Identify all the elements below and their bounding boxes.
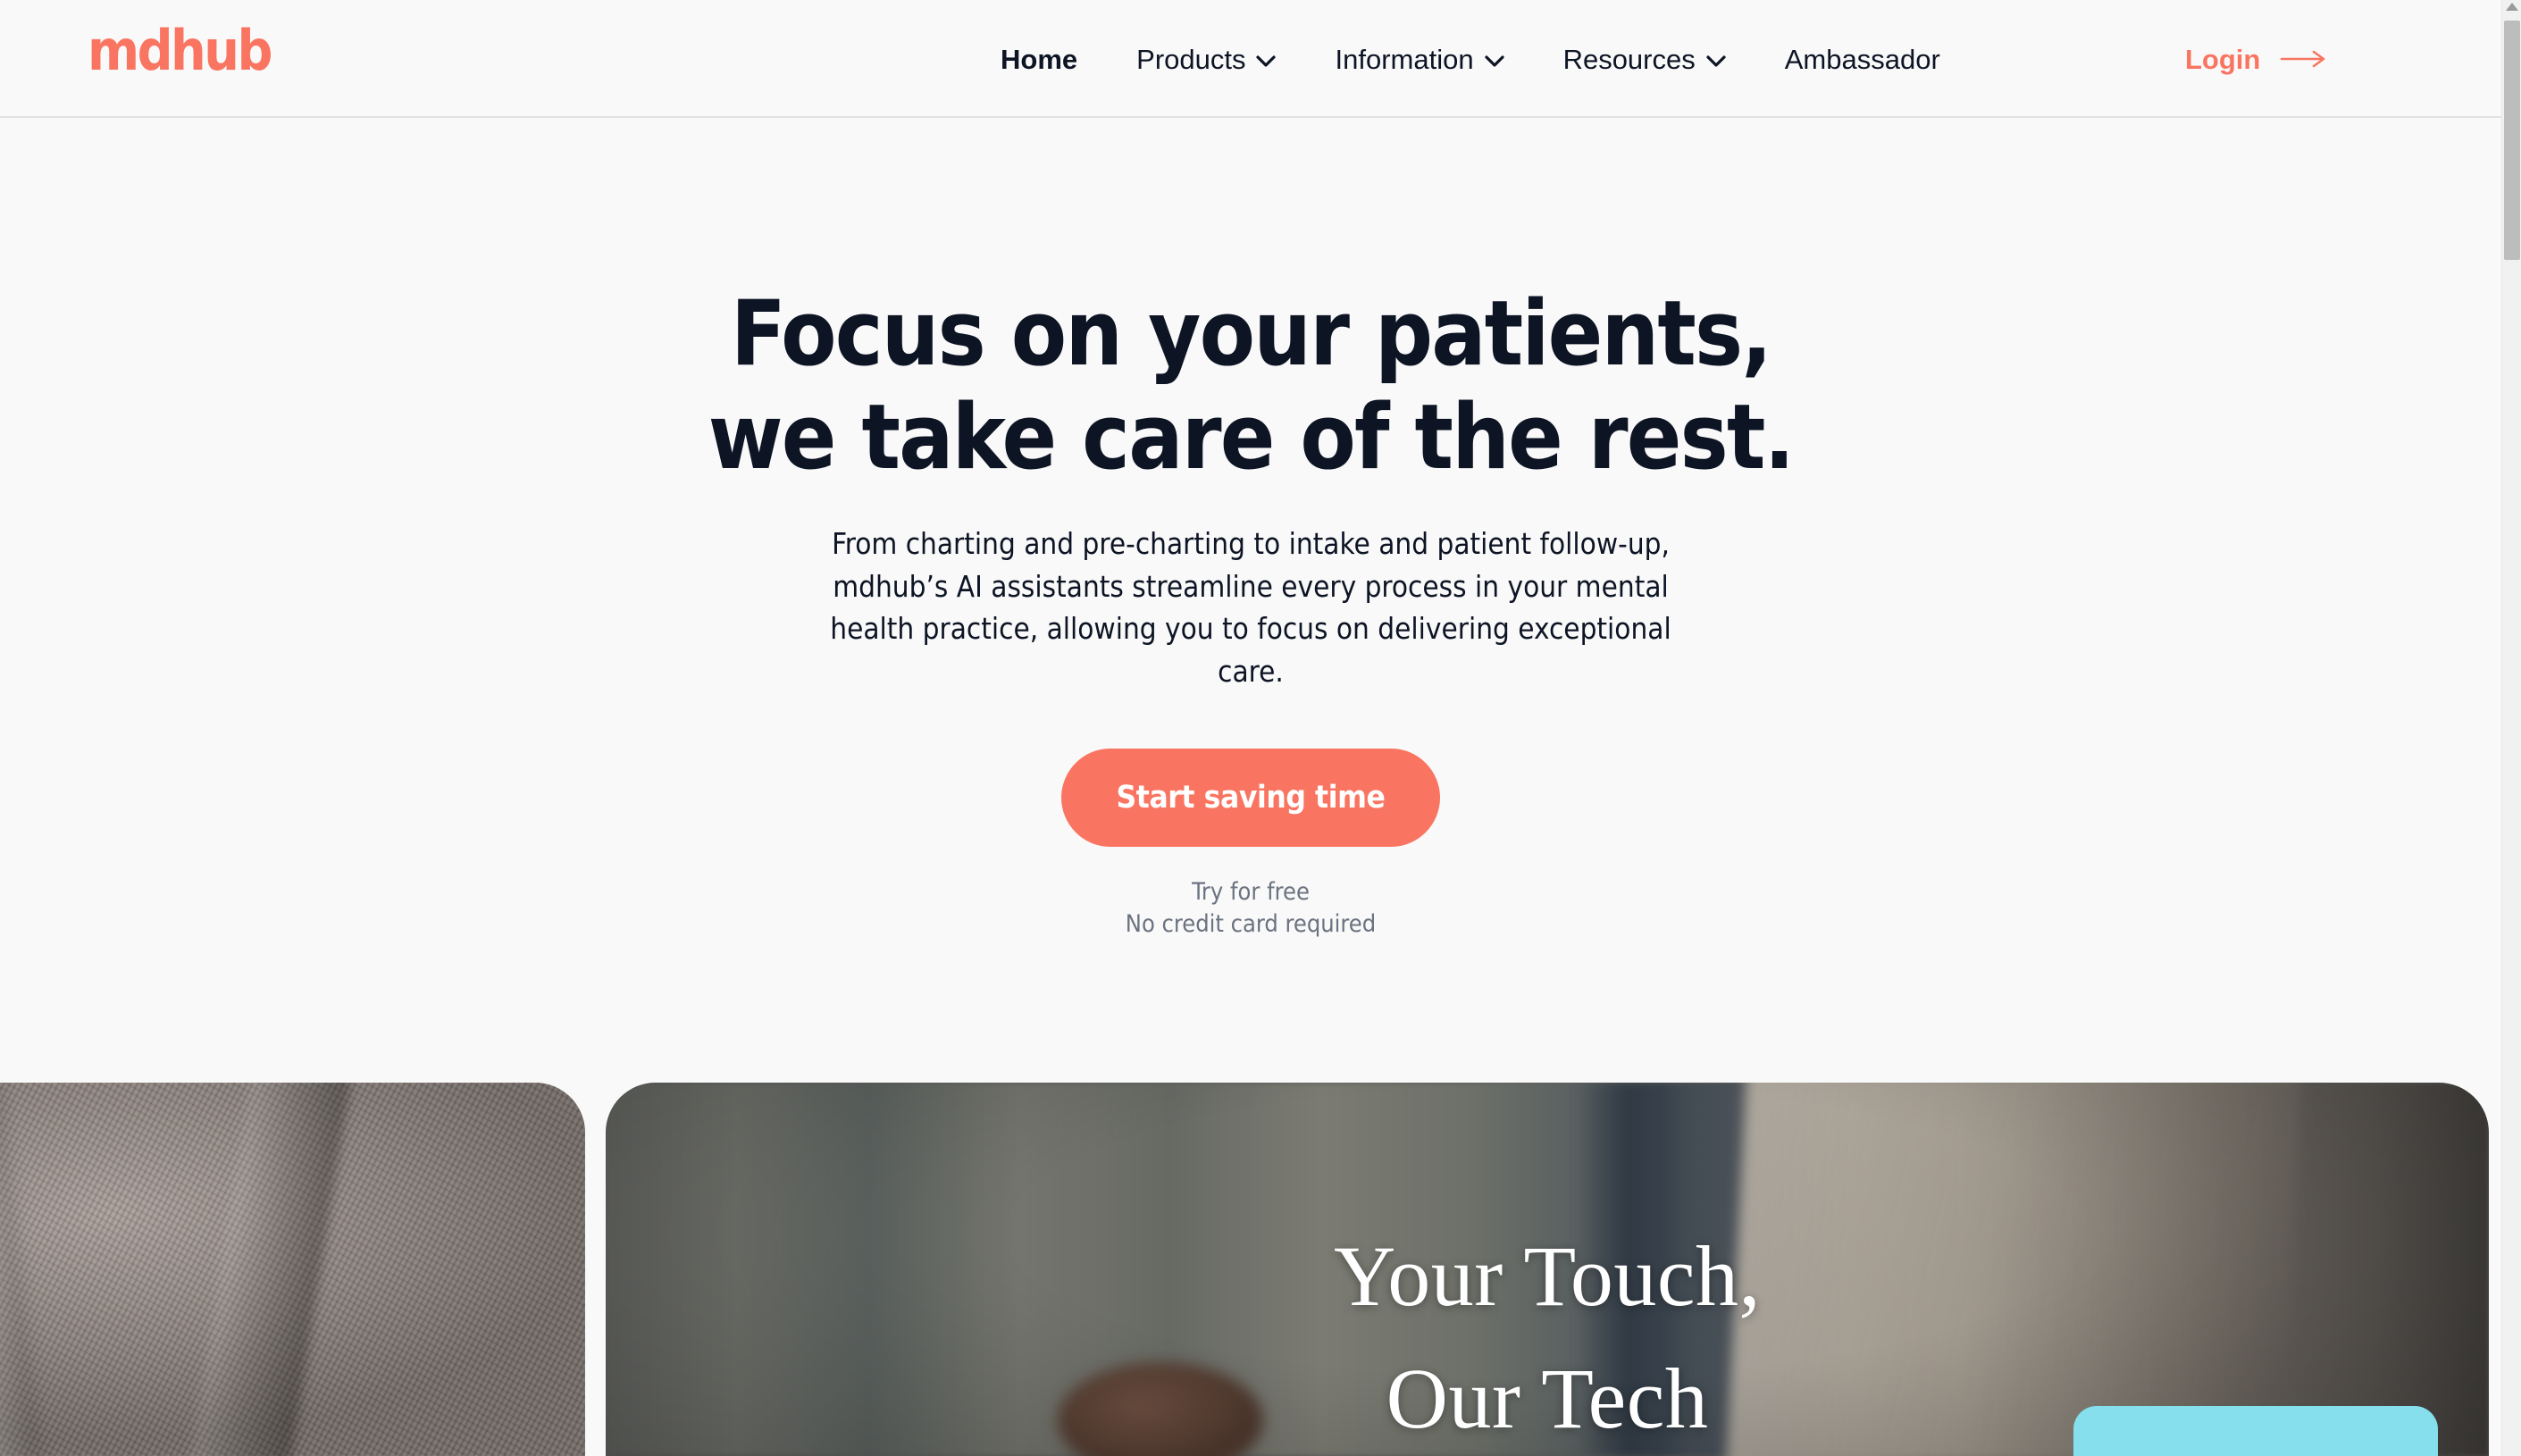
video-caption-line-1: Your Touch, <box>1334 1228 1761 1324</box>
cta-note-line-1: Try for free <box>1192 878 1310 906</box>
nav-item-resources[interactable]: Resources <box>1563 46 1726 73</box>
login-button[interactable]: Login <box>2185 0 2328 118</box>
cta-note: Try for free No credit card required <box>0 876 2501 941</box>
media-row: Your Touch, Our Tech <box>0 1083 2501 1456</box>
nav-item-ambassador[interactable]: Ambassador <box>1785 46 1940 73</box>
chevron-down-icon <box>1484 55 1504 68</box>
headline-line-2: we take care of the rest. <box>708 384 1795 490</box>
nav-item-home[interactable]: Home <box>1001 46 1077 73</box>
hero-subheadline: From charting and pre-charting to intake… <box>830 526 1671 689</box>
knit-sweater-photo <box>0 1083 585 1456</box>
nav-item-resources-label: Resources <box>1562 43 1696 75</box>
hero-section: Focus on your patients, we take care of … <box>0 118 2501 941</box>
page-root: mdhub Home Products Information Resource… <box>0 0 2521 1456</box>
nav-item-products[interactable]: Products <box>1136 43 1277 75</box>
nav-item-ambassador-label: Ambassador <box>1784 43 1940 75</box>
cyan-accent-card <box>2073 1406 2438 1456</box>
scroll-up-arrow-icon[interactable] <box>2506 3 2518 11</box>
main-navigation: Home Products Information Resources Amba… <box>1001 0 1940 118</box>
page-scrollbar[interactable] <box>2501 0 2521 1456</box>
chevron-down-icon <box>1256 55 1277 68</box>
start-saving-time-button[interactable]: Start saving time <box>1060 749 1441 847</box>
cta-note-line-2: No credit card required <box>1125 910 1377 938</box>
cta-container: Start saving time Try for free No credit… <box>0 749 2501 941</box>
scroll-thumb[interactable] <box>2504 21 2520 260</box>
nav-item-home-label: Home <box>1001 43 1078 75</box>
nav-item-information-label: Information <box>1335 43 1474 75</box>
page-title: Focus on your patients, we take care of … <box>0 281 2501 489</box>
arrow-right-icon <box>2280 48 2328 70</box>
nav-item-products-label: Products <box>1136 43 1246 75</box>
brand-logo[interactable]: mdhub <box>88 23 272 79</box>
login-label: Login <box>2185 43 2261 75</box>
hero-video-player[interactable]: Your Touch, Our Tech <box>606 1083 2489 1456</box>
headline-line-1: Focus on your patients, <box>730 280 1772 386</box>
nav-item-information[interactable]: Information <box>1335 43 1504 75</box>
chevron-down-icon <box>1706 55 1726 68</box>
site-header: mdhub Home Products Information Resource… <box>0 0 2501 118</box>
